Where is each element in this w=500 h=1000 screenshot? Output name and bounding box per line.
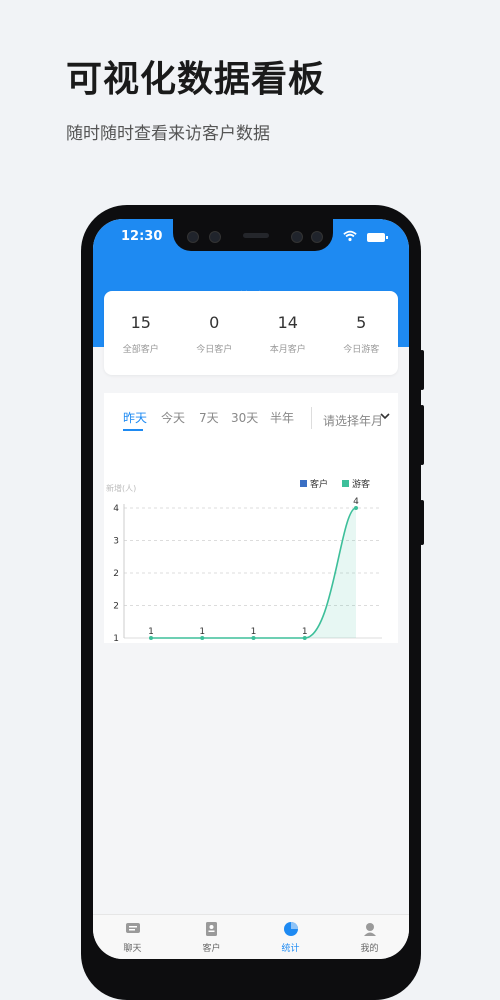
legend-label: 客户 [310,478,328,490]
stat-label: 全部客户 [122,345,159,355]
stat-month-customers[interactable]: 14 本月客户 [251,291,325,375]
sensor-right-icon [291,231,303,243]
tabbar-item-profile[interactable]: 我的 [330,915,409,959]
tabbar-label: 统计 [281,944,300,954]
profile-icon [363,923,376,936]
front-camera-icon [187,231,199,243]
customer-icon [205,922,217,936]
data-label: 1 [199,627,205,637]
wifi-icon [343,230,357,242]
tab-today[interactable]: 今天 [161,409,185,426]
camera-notch [173,219,333,251]
tabbar-label: 我的 [360,944,379,954]
phone-side-button [420,405,424,465]
status-time: 12:30 [121,229,163,244]
stat-today-visitors[interactable]: 5 今日游客 [325,291,399,375]
stat-value: 5 [356,313,367,332]
data-label: 1 [251,627,257,637]
y-axis-label: 新增(人) [106,483,136,493]
y-tick-label: 2 [113,569,119,579]
date-select[interactable]: 请选择年月 [323,412,383,429]
stat-value: 14 [277,313,298,332]
stat-value: 15 [130,313,151,332]
phone-screen: 统计 12:30 15 全部客户 0 [93,219,409,959]
stat-label: 今日游客 [343,345,380,355]
stats-summary-card: 15 全部客户 0 今日客户 14 本月客户 5 今日游客 [104,291,398,375]
chevron-down-icon[interactable] [380,411,390,421]
chat-icon [125,923,140,933]
stat-value: 0 [209,313,220,332]
phone-side-button [420,350,424,390]
tabbar-item-chat[interactable]: 聊天 [93,915,172,959]
data-label: 1 [302,627,308,637]
phone-side-button [420,500,424,545]
status-bar: 12:30 [93,219,409,259]
battery-icon [367,233,388,242]
sensor-icon [209,231,221,243]
legend-swatch-customer [300,480,307,487]
speaker-grille [243,233,269,238]
legend-label: 游客 [352,478,370,490]
tabbar-item-statistics[interactable]: 统计 [251,915,330,959]
tab-half-year[interactable]: 半年 [270,409,294,426]
active-tab-indicator [123,429,143,431]
y-tick-label: 4 [113,504,119,514]
tab-7-days[interactable]: 7天 [199,409,219,426]
phone-frame: 统计 12:30 15 全部客户 0 [81,205,421,1000]
y-tick-label: 1 [113,634,119,643]
data-label: 1 [148,627,154,637]
tab-yesterday[interactable]: 昨天 [123,409,147,426]
stat-total-customers[interactable]: 15 全部客户 [104,291,178,375]
tab-30-days[interactable]: 30天 [231,409,258,426]
tab-divider [311,407,312,429]
legend-swatch-visitor [342,480,349,487]
bottom-tab-bar: 聊天 客户 统计 我的 [93,914,409,959]
stat-label: 今日客户 [196,345,233,355]
statistics-icon [283,922,298,936]
tabbar-label: 聊天 [123,944,142,954]
tabbar-item-customer[interactable]: 客户 [172,915,251,959]
line-chart: 新增(人)客户游客12234151617202211114 [106,478,382,643]
hero-subtitle: 随时随时查看来访客户数据 [66,124,270,144]
series-area-visitor [151,508,356,638]
y-tick-label: 2 [113,602,119,612]
hero-title: 可视化数据看板 [66,59,326,100]
stat-label: 本月客户 [269,345,306,355]
front-camera-right-icon [311,231,323,243]
tabbar-label: 客户 [202,944,221,954]
y-tick-label: 3 [113,537,119,547]
chart-card: 昨天 今天 7天 30天 半年 请选择年月 新增(人)客户游客122341516… [104,393,398,643]
data-label: 4 [353,497,359,507]
stat-today-customers[interactable]: 0 今日客户 [178,291,252,375]
